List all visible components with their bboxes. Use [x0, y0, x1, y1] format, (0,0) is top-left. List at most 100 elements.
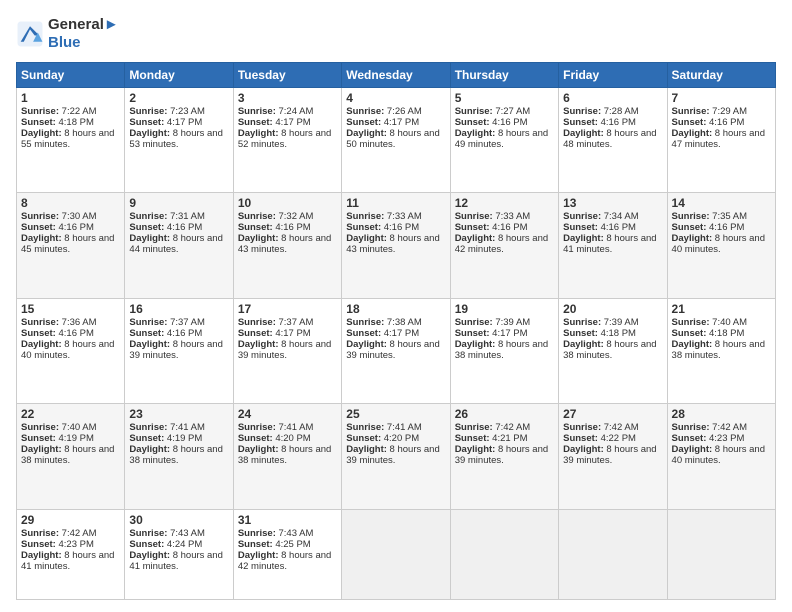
calendar-cell: 22 Sunrise: 7:40 AM Sunset: 4:19 PM Dayl…	[17, 404, 125, 509]
daylight-line: Daylight: 8 hours and 38 minutes.	[563, 339, 662, 361]
sunset-line: Sunset: 4:17 PM	[129, 117, 228, 128]
calendar-cell: 11 Sunrise: 7:33 AM Sunset: 4:16 PM Dayl…	[342, 193, 450, 298]
sunset-line: Sunset: 4:16 PM	[129, 222, 228, 233]
daylight-line: Daylight: 8 hours and 38 minutes.	[21, 444, 120, 466]
sunrise-line: Sunrise: 7:37 AM	[129, 317, 228, 328]
day-number: 14	[672, 196, 771, 210]
sunrise-line: Sunrise: 7:28 AM	[563, 106, 662, 117]
day-number: 3	[238, 91, 337, 105]
calendar-cell: 7 Sunrise: 7:29 AM Sunset: 4:16 PM Dayli…	[667, 88, 775, 193]
daylight-line: Daylight: 8 hours and 52 minutes.	[238, 128, 337, 150]
calendar-cell: 16 Sunrise: 7:37 AM Sunset: 4:16 PM Dayl…	[125, 298, 233, 403]
logo-icon	[16, 20, 44, 48]
sunrise-line: Sunrise: 7:23 AM	[129, 106, 228, 117]
day-number: 30	[129, 513, 228, 527]
daylight-line: Daylight: 8 hours and 38 minutes.	[672, 339, 771, 361]
sunrise-line: Sunrise: 7:40 AM	[672, 317, 771, 328]
sunset-line: Sunset: 4:25 PM	[238, 539, 337, 550]
sunset-line: Sunset: 4:16 PM	[563, 222, 662, 233]
day-number: 16	[129, 302, 228, 316]
weekday-header: Sunday	[17, 63, 125, 88]
day-number: 15	[21, 302, 120, 316]
daylight-line: Daylight: 8 hours and 38 minutes.	[129, 444, 228, 466]
calendar-cell: 30 Sunrise: 7:43 AM Sunset: 4:24 PM Dayl…	[125, 509, 233, 599]
calendar-cell: 26 Sunrise: 7:42 AM Sunset: 4:21 PM Dayl…	[450, 404, 558, 509]
day-number: 26	[455, 407, 554, 421]
sunset-line: Sunset: 4:17 PM	[455, 328, 554, 339]
sunset-line: Sunset: 4:17 PM	[346, 328, 445, 339]
daylight-line: Daylight: 8 hours and 39 minutes.	[129, 339, 228, 361]
day-number: 29	[21, 513, 120, 527]
calendar-cell: 31 Sunrise: 7:43 AM Sunset: 4:25 PM Dayl…	[233, 509, 341, 599]
calendar-cell: 1 Sunrise: 7:22 AM Sunset: 4:18 PM Dayli…	[17, 88, 125, 193]
daylight-line: Daylight: 8 hours and 40 minutes.	[672, 444, 771, 466]
sunrise-line: Sunrise: 7:41 AM	[346, 422, 445, 433]
daylight-line: Daylight: 8 hours and 49 minutes.	[455, 128, 554, 150]
daylight-line: Daylight: 8 hours and 45 minutes.	[21, 233, 120, 255]
day-number: 12	[455, 196, 554, 210]
daylight-line: Daylight: 8 hours and 42 minutes.	[238, 550, 337, 572]
calendar-cell: 21 Sunrise: 7:40 AM Sunset: 4:18 PM Dayl…	[667, 298, 775, 403]
calendar-cell: 3 Sunrise: 7:24 AM Sunset: 4:17 PM Dayli…	[233, 88, 341, 193]
day-number: 7	[672, 91, 771, 105]
day-number: 6	[563, 91, 662, 105]
sunrise-line: Sunrise: 7:22 AM	[21, 106, 120, 117]
daylight-line: Daylight: 8 hours and 55 minutes.	[21, 128, 120, 150]
sunset-line: Sunset: 4:16 PM	[129, 328, 228, 339]
daylight-line: Daylight: 8 hours and 39 minutes.	[455, 444, 554, 466]
sunset-line: Sunset: 4:19 PM	[129, 433, 228, 444]
day-number: 20	[563, 302, 662, 316]
day-number: 27	[563, 407, 662, 421]
sunrise-line: Sunrise: 7:27 AM	[455, 106, 554, 117]
calendar-cell: 2 Sunrise: 7:23 AM Sunset: 4:17 PM Dayli…	[125, 88, 233, 193]
logo-text: General► Blue	[48, 16, 119, 52]
sunset-line: Sunset: 4:18 PM	[672, 328, 771, 339]
weekday-header: Monday	[125, 63, 233, 88]
daylight-line: Daylight: 8 hours and 48 minutes.	[563, 128, 662, 150]
sunrise-line: Sunrise: 7:29 AM	[672, 106, 771, 117]
sunrise-line: Sunrise: 7:37 AM	[238, 317, 337, 328]
calendar-cell: 9 Sunrise: 7:31 AM Sunset: 4:16 PM Dayli…	[125, 193, 233, 298]
daylight-line: Daylight: 8 hours and 41 minutes.	[21, 550, 120, 572]
day-number: 13	[563, 196, 662, 210]
sunrise-line: Sunrise: 7:42 AM	[455, 422, 554, 433]
day-number: 18	[346, 302, 445, 316]
sunset-line: Sunset: 4:21 PM	[455, 433, 554, 444]
day-number: 22	[21, 407, 120, 421]
sunrise-line: Sunrise: 7:40 AM	[21, 422, 120, 433]
calendar-cell: 29 Sunrise: 7:42 AM Sunset: 4:23 PM Dayl…	[17, 509, 125, 599]
sunrise-line: Sunrise: 7:36 AM	[21, 317, 120, 328]
calendar-cell: 12 Sunrise: 7:33 AM Sunset: 4:16 PM Dayl…	[450, 193, 558, 298]
weekday-header: Tuesday	[233, 63, 341, 88]
calendar-cell: 5 Sunrise: 7:27 AM Sunset: 4:16 PM Dayli…	[450, 88, 558, 193]
calendar-cell	[559, 509, 667, 599]
sunrise-line: Sunrise: 7:26 AM	[346, 106, 445, 117]
day-number: 1	[21, 91, 120, 105]
day-number: 9	[129, 196, 228, 210]
sunrise-line: Sunrise: 7:43 AM	[238, 528, 337, 539]
sunrise-line: Sunrise: 7:42 AM	[21, 528, 120, 539]
calendar-cell: 20 Sunrise: 7:39 AM Sunset: 4:18 PM Dayl…	[559, 298, 667, 403]
calendar-cell: 15 Sunrise: 7:36 AM Sunset: 4:16 PM Dayl…	[17, 298, 125, 403]
calendar-cell: 14 Sunrise: 7:35 AM Sunset: 4:16 PM Dayl…	[667, 193, 775, 298]
calendar-cell	[450, 509, 558, 599]
day-number: 25	[346, 407, 445, 421]
day-number: 28	[672, 407, 771, 421]
calendar-cell: 23 Sunrise: 7:41 AM Sunset: 4:19 PM Dayl…	[125, 404, 233, 509]
day-number: 11	[346, 196, 445, 210]
sunrise-line: Sunrise: 7:39 AM	[455, 317, 554, 328]
sunrise-line: Sunrise: 7:38 AM	[346, 317, 445, 328]
daylight-line: Daylight: 8 hours and 43 minutes.	[346, 233, 445, 255]
day-number: 8	[21, 196, 120, 210]
sunset-line: Sunset: 4:16 PM	[21, 222, 120, 233]
sunrise-line: Sunrise: 7:32 AM	[238, 211, 337, 222]
daylight-line: Daylight: 8 hours and 53 minutes.	[129, 128, 228, 150]
sunset-line: Sunset: 4:16 PM	[672, 222, 771, 233]
sunrise-line: Sunrise: 7:33 AM	[455, 211, 554, 222]
sunset-line: Sunset: 4:16 PM	[346, 222, 445, 233]
day-number: 2	[129, 91, 228, 105]
page: General► Blue SundayMondayTuesdayWednesd…	[0, 0, 792, 612]
calendar-cell: 27 Sunrise: 7:42 AM Sunset: 4:22 PM Dayl…	[559, 404, 667, 509]
sunset-line: Sunset: 4:17 PM	[238, 117, 337, 128]
day-number: 21	[672, 302, 771, 316]
